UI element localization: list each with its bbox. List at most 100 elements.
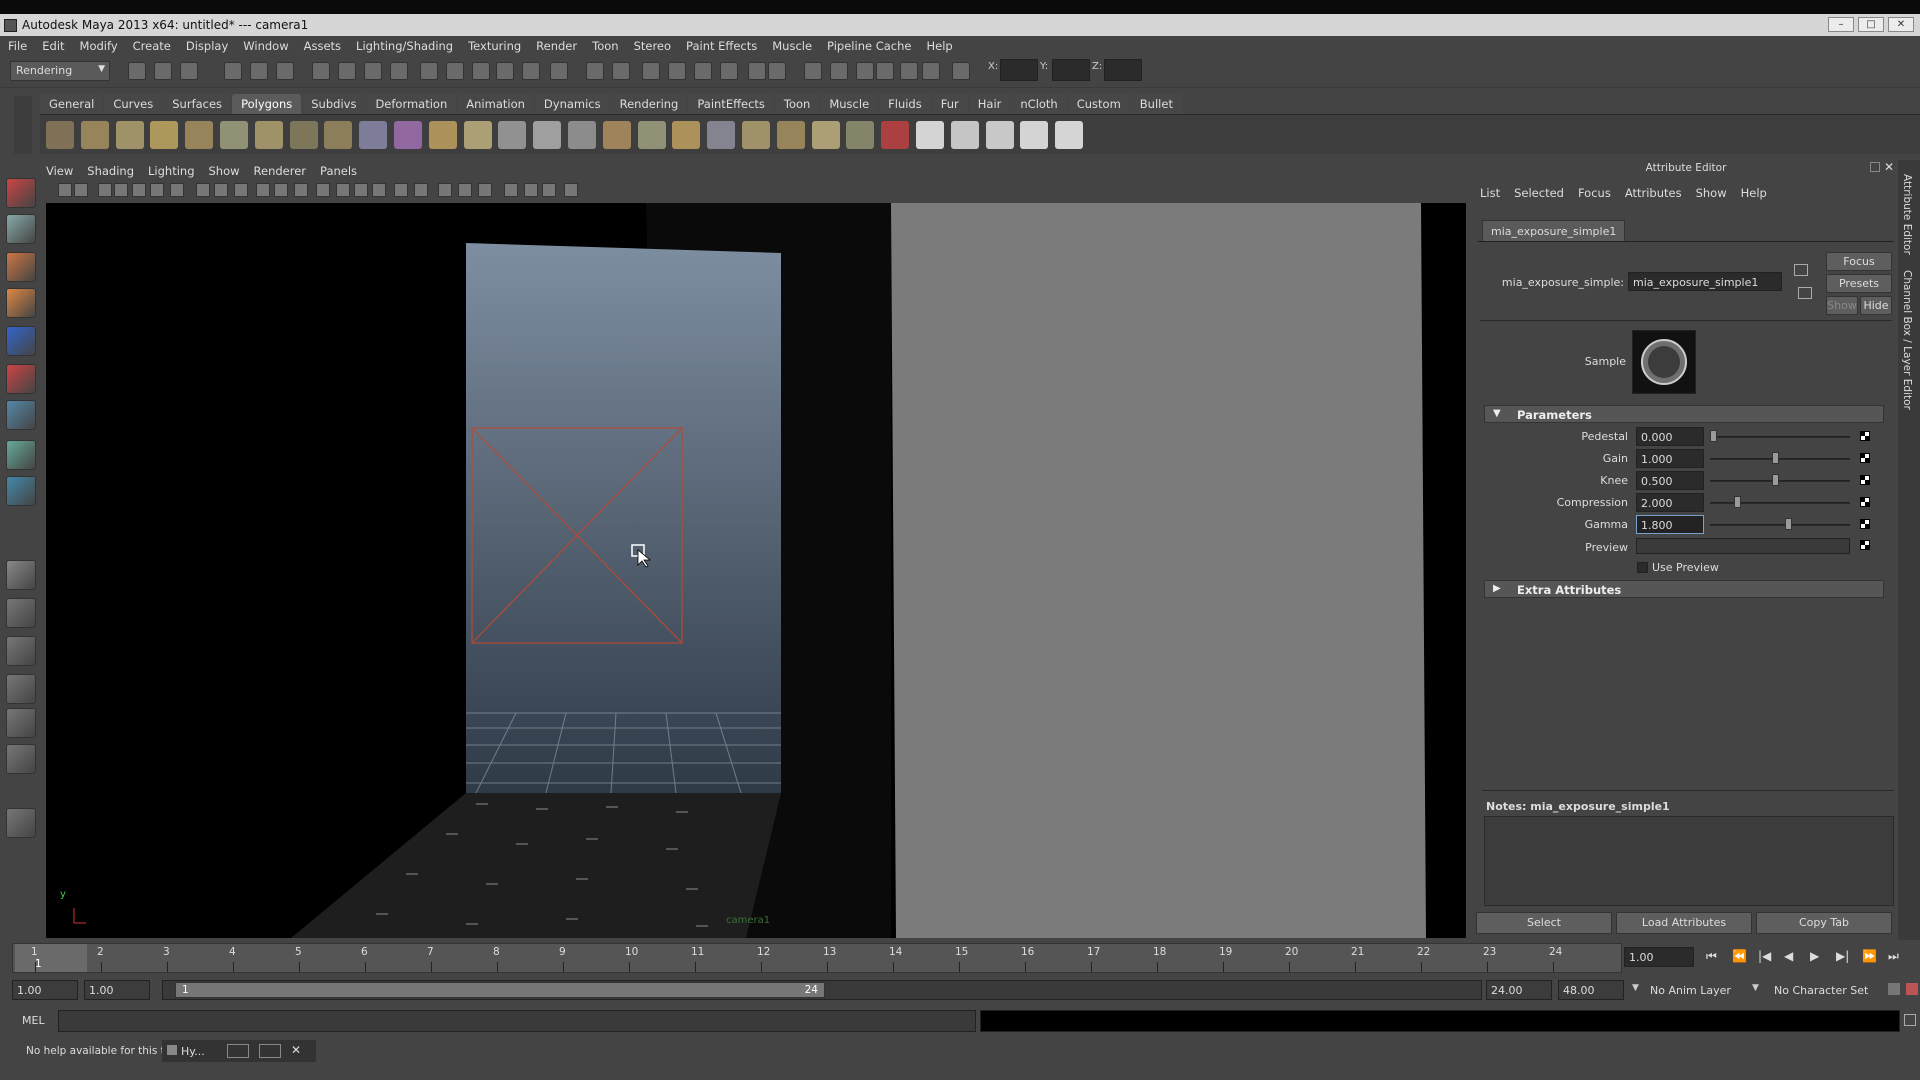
status-tool-icon[interactable] [668, 62, 686, 80]
shelf-tool-icon[interactable] [916, 121, 944, 149]
menu-texturing[interactable]: Texturing [468, 39, 521, 53]
parameters-section[interactable]: ▼ Parameters [1484, 405, 1884, 423]
status-tool-icon[interactable] [586, 62, 604, 80]
z-field[interactable] [1104, 59, 1142, 81]
script-editor-icon[interactable] [1904, 1014, 1916, 1026]
playback-button-icon[interactable]: ◀ [1784, 949, 1793, 963]
plane-object[interactable] [891, 203, 1426, 938]
toolbox-tool-icon[interactable] [6, 288, 36, 318]
playback-button-icon[interactable]: ⏪ [1732, 949, 1747, 963]
shelf-tool-icon[interactable] [846, 121, 875, 149]
status-tool-icon[interactable] [900, 62, 918, 80]
panel-tool-icon[interactable] [504, 183, 518, 197]
toolbox-tool-icon[interactable] [6, 178, 36, 208]
shelf-tab-hair[interactable]: Hair [968, 94, 1011, 114]
panel-tool-icon[interactable] [316, 183, 330, 197]
toolbox-tool-icon[interactable] [6, 674, 36, 704]
shelf-tool-icon[interactable] [533, 121, 562, 149]
menuset-dropdown[interactable]: Rendering ▼ [10, 61, 110, 81]
select-button[interactable]: Select [1476, 912, 1612, 934]
menu-render[interactable]: Render [536, 39, 577, 53]
panel-tool-icon[interactable] [372, 183, 386, 197]
key-icon[interactable] [1888, 983, 1900, 995]
compression-field[interactable]: 2.000 [1636, 493, 1704, 512]
copy-tab-button[interactable]: Copy Tab [1756, 912, 1892, 934]
panel-menu-renderer[interactable]: Renderer [254, 164, 307, 178]
use-preview-checkbox[interactable] [1637, 562, 1648, 573]
anim-layer-dropdown[interactable]: No Anim Layer [1650, 984, 1731, 997]
shelf-tab-rendering[interactable]: Rendering [610, 94, 688, 114]
shelf-tool-icon[interactable] [46, 121, 74, 149]
ae-menu-attributes[interactable]: Attributes [1625, 186, 1682, 200]
menu-assets[interactable]: Assets [304, 39, 341, 53]
shelf-tab-animation[interactable]: Animation [457, 94, 534, 114]
status-tool-icon[interactable] [720, 62, 738, 80]
knee-slider[interactable] [1710, 480, 1850, 482]
menu-stereo[interactable]: Stereo [634, 39, 671, 53]
shelf-options-handle[interactable] [14, 96, 32, 154]
panel-menu-view[interactable]: View [46, 164, 73, 178]
toolbox-tool-icon[interactable] [6, 560, 36, 590]
shelf-tool-icon[interactable] [672, 121, 701, 149]
playback-start-field[interactable]: 1.00 [84, 980, 150, 1000]
show-button[interactable]: Show [1826, 296, 1858, 315]
status-tool-icon[interactable] [748, 62, 766, 80]
menu-edit[interactable]: Edit [42, 39, 64, 53]
panel-tool-icon[interactable] [438, 183, 452, 197]
shelf-tool-icon[interactable] [707, 121, 736, 149]
shelf-tool-icon[interactable] [637, 121, 666, 149]
x-field[interactable] [1000, 59, 1038, 81]
close-panel-icon[interactable]: ✕ [1884, 160, 1894, 174]
shelf-tool-icon[interactable] [289, 121, 318, 149]
shelf-tool-icon[interactable] [602, 121, 631, 149]
extra-attributes-section[interactable]: ▶ Extra Attributes [1484, 580, 1884, 598]
node-name-field[interactable]: mia_exposure_simple1 [1628, 272, 1782, 291]
panel-tool-icon[interactable] [336, 183, 350, 197]
status-tool-icon[interactable] [830, 62, 848, 80]
menu-file[interactable]: File [8, 39, 27, 53]
shelf-tab-surfaces[interactable]: Surfaces [163, 94, 232, 114]
panel-tool-icon[interactable] [274, 183, 288, 197]
panel-tool-icon[interactable] [354, 183, 368, 197]
menu-pipeline-cache[interactable]: Pipeline Cache [827, 39, 911, 53]
gamma-field[interactable]: 1.800 [1636, 515, 1704, 534]
shelf-tool-icon[interactable] [985, 121, 1014, 149]
shelf-tab-ncloth[interactable]: nCloth [1011, 94, 1067, 114]
shelf-tab-toon[interactable]: Toon [774, 94, 820, 114]
current-time-field[interactable]: 1.00 [1624, 947, 1694, 967]
minimize-button[interactable]: – [1828, 17, 1854, 32]
shelf-tab-bullet[interactable]: Bullet [1130, 94, 1182, 114]
playback-button-icon[interactable]: ⏭ [1888, 949, 1899, 964]
node-tab[interactable]: mia_exposure_simple1 [1482, 220, 1626, 242]
menu-display[interactable]: Display [186, 39, 228, 53]
shelf-tool-icon[interactable] [254, 121, 283, 149]
shelf-tool-icon[interactable] [881, 121, 910, 149]
toolbox-tool-icon[interactable] [6, 636, 36, 666]
status-tool-icon[interactable] [276, 62, 294, 80]
pedestal-slider-handle[interactable] [1710, 430, 1717, 442]
ae-menu-list[interactable]: List [1480, 186, 1500, 200]
menu-help[interactable]: Help [926, 39, 952, 53]
menu-modify[interactable]: Modify [80, 39, 118, 53]
panel-tool-icon[interactable] [214, 183, 228, 197]
command-input[interactable] [58, 1010, 976, 1032]
input-connection-icon[interactable] [1794, 264, 1808, 276]
gain-field[interactable]: 1.000 [1636, 449, 1704, 468]
toolbox-tool-icon[interactable] [6, 252, 36, 282]
load-attributes-button[interactable]: Load Attributes [1616, 912, 1752, 934]
status-tool-icon[interactable] [522, 62, 540, 80]
shelf-tool-icon[interactable] [1055, 121, 1084, 149]
ae-menu-help[interactable]: Help [1741, 186, 1767, 200]
menu-lighting-shading[interactable]: Lighting/Shading [356, 39, 453, 53]
menu-create[interactable]: Create [133, 39, 171, 53]
panel-tool-icon[interactable] [58, 183, 72, 197]
status-tool-icon[interactable] [952, 62, 970, 80]
task-restore-icon[interactable] [227, 1044, 249, 1058]
shelf-tool-icon[interactable] [80, 121, 109, 149]
playback-button-icon[interactable]: ▶| [1836, 949, 1849, 963]
shelf-tool-icon[interactable] [811, 121, 840, 149]
shelf-tool-icon[interactable] [324, 121, 353, 149]
panel-menu-lighting[interactable]: Lighting [148, 164, 194, 178]
shelf-tab-deformation[interactable]: Deformation [366, 94, 457, 114]
shelf-tab-subdivs[interactable]: Subdivs [302, 94, 366, 114]
